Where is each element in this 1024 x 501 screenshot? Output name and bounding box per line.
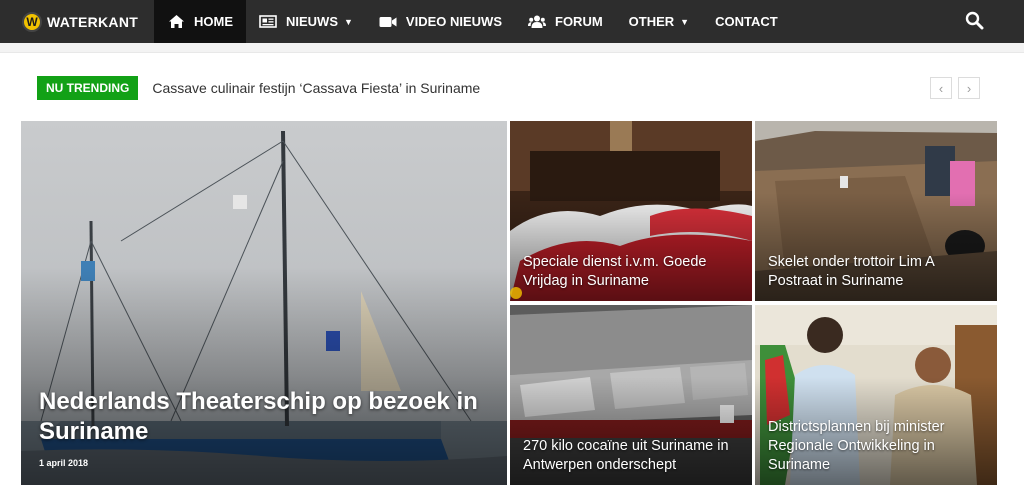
newspaper-icon (259, 15, 277, 28)
article-title[interactable]: Speciale dienst i.v.m. Goede Vrijdag in … (523, 253, 742, 291)
article-card[interactable]: 270 kilo cocaïne uit Suriname in Antwerp… (510, 305, 752, 485)
nav-other-label: OTHER (628, 14, 675, 29)
home-icon (169, 15, 184, 28)
article-title[interactable]: Skelet onder trottoir Lim A Postraat in … (768, 253, 987, 291)
featured-news-grid: Nederlands Theaterschip op bezoek in Sur… (21, 121, 997, 485)
trending-prev-button[interactable]: ‹ (930, 77, 952, 99)
chevron-down-icon: ▼ (680, 16, 690, 27)
article-card[interactable]: Speciale dienst i.v.m. Goede Vrijdag in … (510, 121, 752, 301)
featured-article-date: 1 april 2018 (39, 458, 89, 468)
nav-other[interactable]: OTHER ▼ (616, 0, 702, 43)
logo-text: WATERKANT (47, 13, 139, 30)
video-camera-icon (379, 16, 397, 27)
nav-home[interactable]: HOME (154, 0, 246, 43)
trending-badge: NU TRENDING (37, 76, 139, 100)
nav-video-nieuws[interactable]: VIDEO NIEUWS (366, 0, 515, 43)
trending-arrows: ‹ › (930, 77, 980, 99)
trending-bar: NU TRENDING Cassave culinair festijn ‘Ca… (37, 75, 980, 101)
nav-nieuws[interactable]: NIEUWS ▼ (246, 0, 366, 43)
featured-shade (21, 266, 507, 485)
nav-nieuws-label: NIEUWS (286, 14, 338, 29)
top-navbar: W WATERKANT HOME NIEUWS ▼ VIDEO NIEUWS F… (0, 0, 1024, 43)
search-button[interactable] (965, 11, 984, 35)
nav-forum[interactable]: FORUM (515, 0, 616, 43)
article-title[interactable]: Districtsplannen bij minister Regionale … (768, 418, 987, 475)
search-icon (965, 11, 984, 30)
article-card[interactable]: Skelet onder trottoir Lim A Postraat in … (755, 121, 997, 301)
site-logo[interactable]: W WATERKANT (0, 0, 154, 43)
nav-forum-label: FORUM (555, 14, 603, 29)
trending-headline-link[interactable]: Cassave culinair festijn ‘Cassava Fiesta… (152, 80, 480, 96)
users-icon (528, 15, 546, 28)
watermark-logo (510, 287, 522, 299)
navbar-subline (0, 43, 1024, 53)
featured-article-card[interactable]: Nederlands Theaterschip op bezoek in Sur… (21, 121, 507, 485)
featured-article-title[interactable]: Nederlands Theaterschip op bezoek in Sur… (39, 387, 487, 447)
article-title[interactable]: 270 kilo cocaïne uit Suriname in Antwerp… (523, 437, 742, 475)
trending-next-button[interactable]: › (958, 77, 980, 99)
article-card[interactable]: Districtsplannen bij minister Regionale … (755, 305, 997, 485)
logo-mark: W (22, 11, 42, 32)
nav-contact-label: CONTACT (715, 14, 778, 29)
nav-contact[interactable]: CONTACT (702, 0, 791, 43)
chevron-down-icon: ▼ (344, 16, 353, 27)
nav-video-nieuws-label: VIDEO NIEUWS (405, 14, 502, 29)
nav-home-label: HOME (194, 14, 233, 29)
